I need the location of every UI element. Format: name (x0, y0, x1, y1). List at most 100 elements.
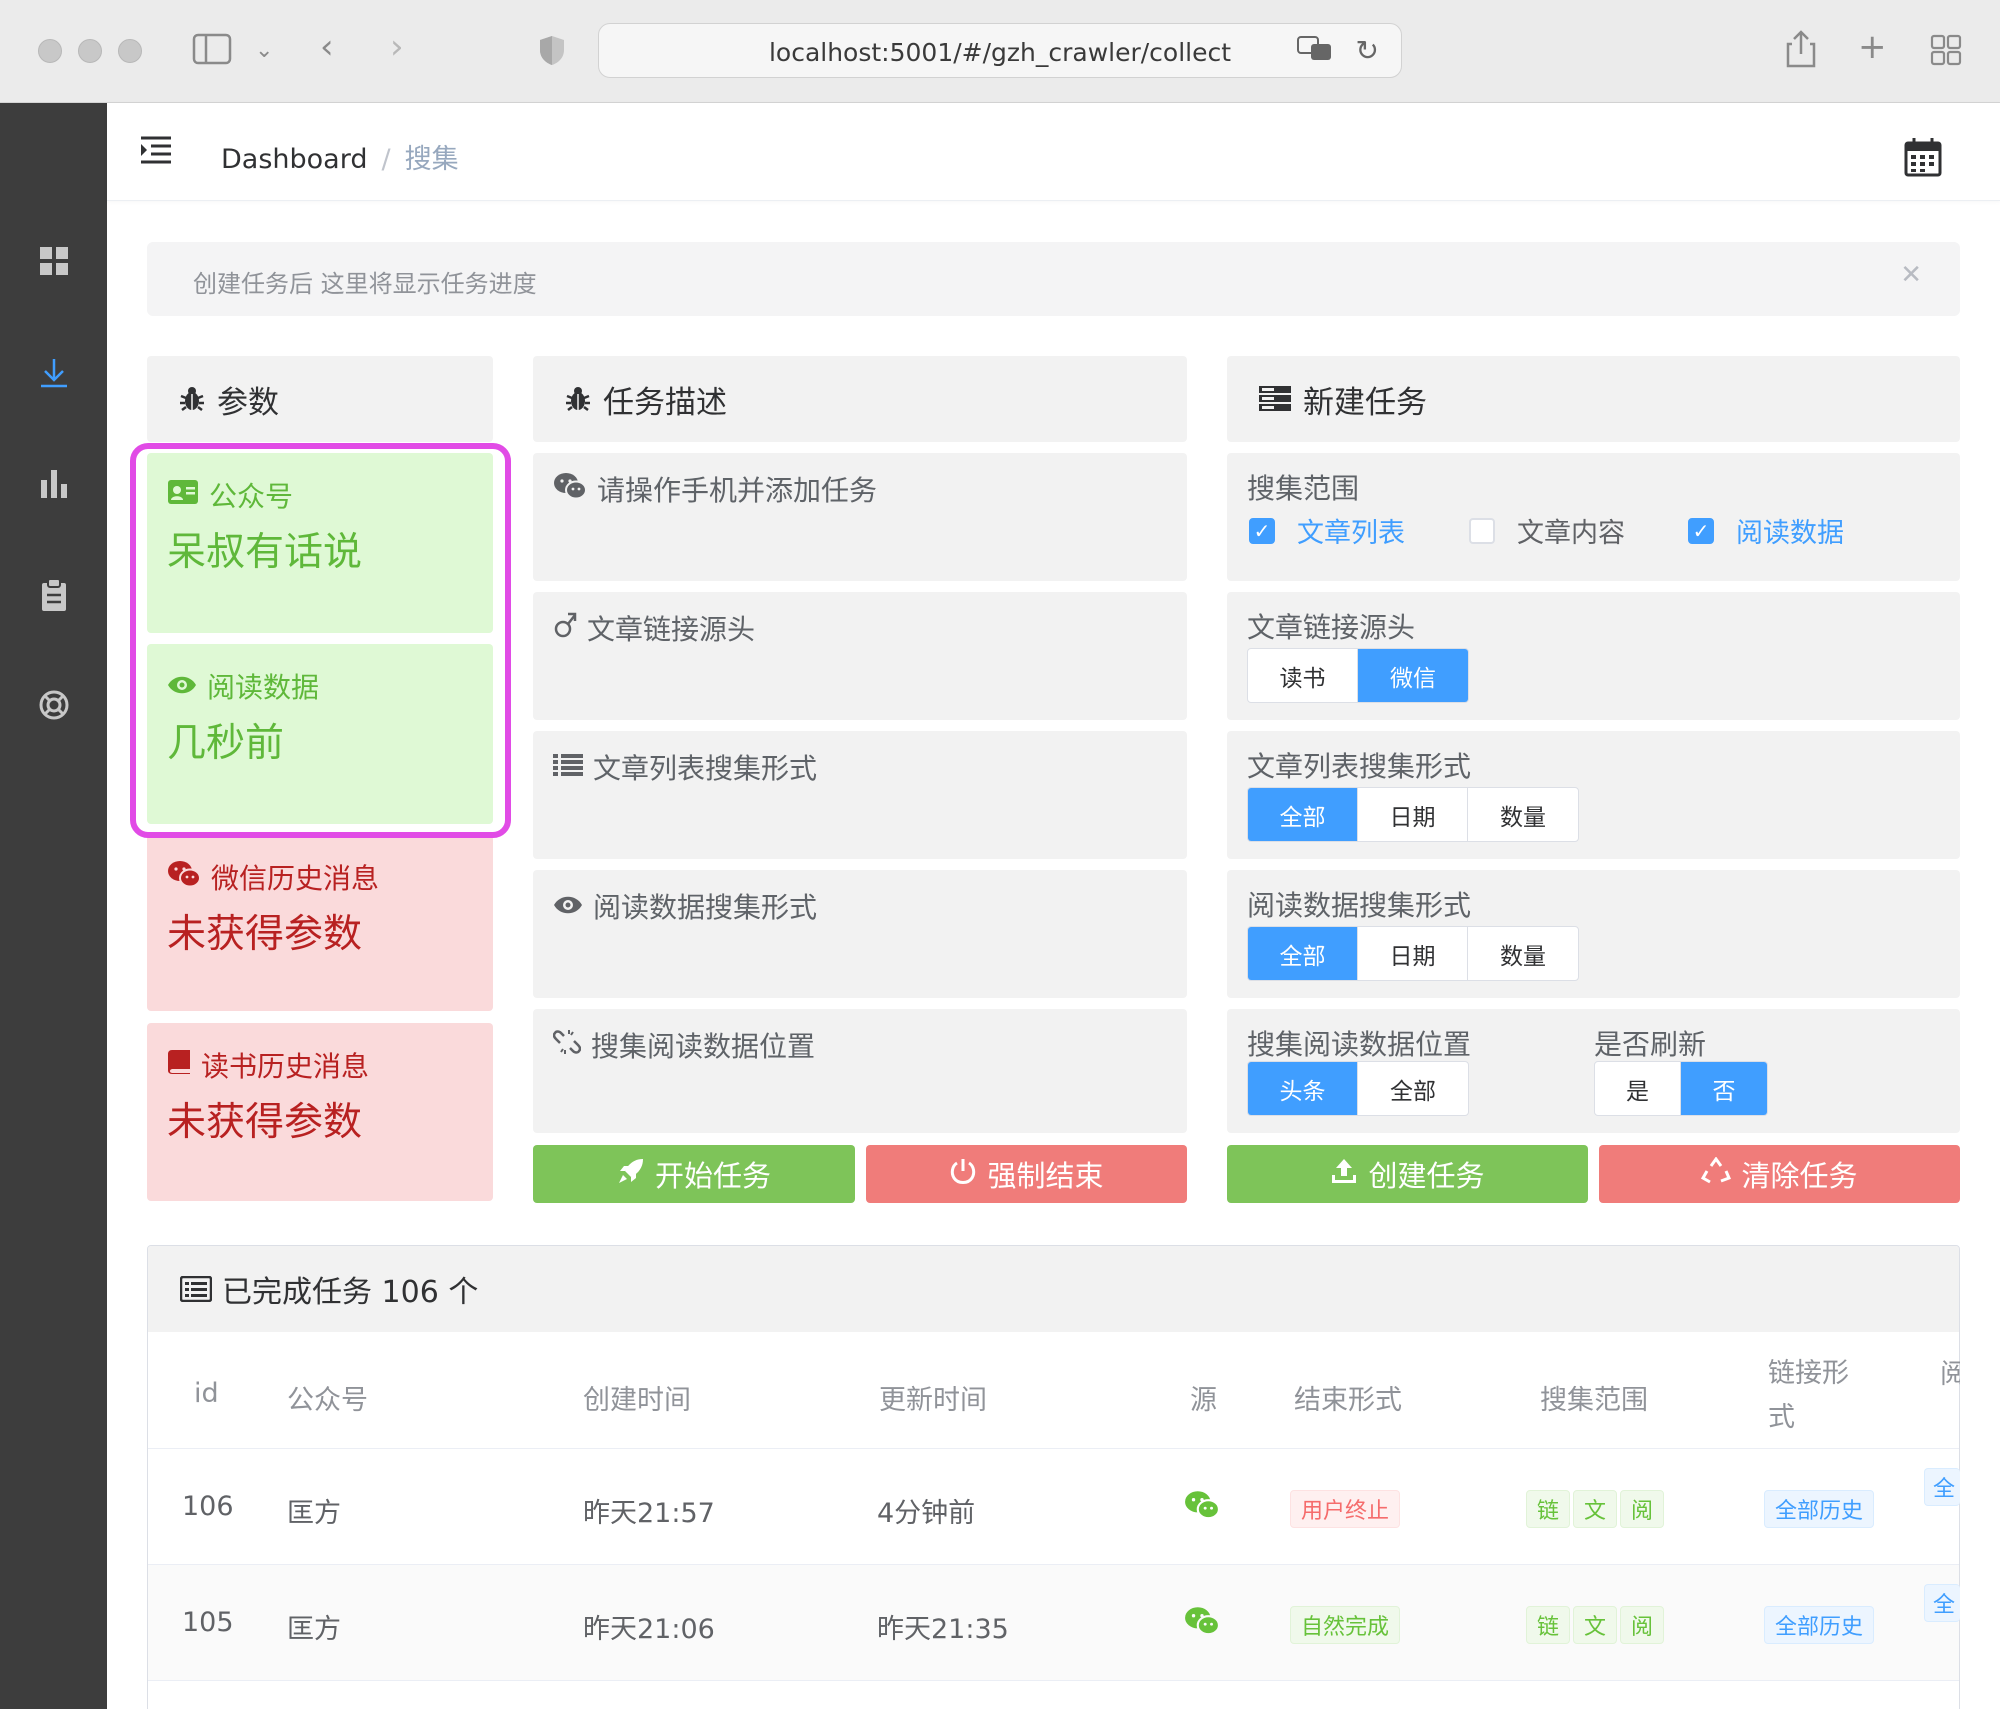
bug-icon (179, 386, 205, 412)
list-alt-icon (180, 1276, 212, 1302)
sidebar-toggle-icon[interactable] (192, 33, 232, 71)
column-header-created[interactable]: 创建时间 (583, 1378, 691, 1417)
list-mode-option-count[interactable]: 数量 (1468, 788, 1578, 841)
scope-read-data-checkbox[interactable]: ✓ 阅读数据 (1688, 511, 1844, 550)
link-source-label: 文章链接源头 (1247, 611, 1416, 644)
read-mode-option-date[interactable]: 日期 (1358, 927, 1468, 980)
tab-overview-icon[interactable] (1930, 34, 1962, 72)
cell-id: 106 (182, 1491, 234, 1522)
close-icon[interactable]: ✕ (1900, 260, 1922, 290)
refresh-option-yes[interactable]: 是 (1595, 1062, 1681, 1115)
chevron-down-icon[interactable]: ⌄ (255, 40, 273, 62)
reload-icon[interactable]: ↻ (1356, 34, 1379, 67)
column-header-read[interactable]: 阅 (1940, 1352, 1960, 1391)
desc-cell-read-position: 搜集阅读数据位置 (533, 1009, 1187, 1133)
params-card-header: 参数 (147, 356, 493, 442)
top-header: Dashboard / 搜集 (107, 103, 2000, 201)
force-stop-button[interactable]: 强制结束 (866, 1145, 1187, 1203)
column-header-end-type[interactable]: 结束形式 (1294, 1378, 1402, 1417)
column-header-link-mode[interactable]: 链接形式 (1768, 1352, 1868, 1440)
desc-cell-instruction: 请操作手机并添加任务 (533, 453, 1187, 581)
read-mode-option-count[interactable]: 数量 (1468, 927, 1578, 980)
dashboard-grid-icon (39, 247, 68, 275)
checkbox-empty-icon (1469, 517, 1495, 544)
link-source-option-weread[interactable]: 读书 (1248, 649, 1358, 702)
wechat-icon (553, 472, 587, 507)
breadcrumb-current: 搜集 (404, 144, 459, 175)
minimize-window-button[interactable] (78, 39, 102, 63)
table-row[interactable] (148, 1565, 1959, 1680)
param-wechat-history-value: 未获得参数 (167, 912, 363, 957)
scope-tag-read: 阅 (1620, 1490, 1664, 1528)
column-header-source[interactable]: 源 (1190, 1378, 1217, 1417)
read-mode-option-all[interactable]: 全部 (1248, 927, 1358, 980)
column-header-account[interactable]: 公众号 (287, 1378, 368, 1417)
breadcrumb-home[interactable]: Dashboard (221, 144, 367, 175)
column-header-updated[interactable]: 更新时间 (879, 1378, 987, 1417)
nav-collect[interactable] (0, 343, 107, 403)
list-mode-option-date[interactable]: 日期 (1358, 788, 1468, 841)
eye-icon (553, 890, 583, 923)
menu-fold-icon[interactable] (139, 135, 173, 169)
recycle-icon (1701, 1155, 1732, 1192)
new-tab-icon[interactable]: + (1858, 30, 1887, 64)
wechat-icon (1184, 1606, 1220, 1640)
refresh-option-no[interactable]: 否 (1681, 1062, 1767, 1115)
scope-tag-read: 阅 (1620, 1606, 1664, 1644)
shield-icon[interactable] (538, 34, 566, 72)
rocket-icon (617, 1157, 645, 1192)
close-window-button[interactable] (38, 39, 62, 63)
cell-id: 105 (182, 1607, 234, 1638)
scope-article-content-checkbox[interactable]: 文章内容 (1469, 511, 1625, 550)
task-desc-title: 任务描述 (603, 384, 727, 421)
start-task-button[interactable]: 开始任务 (533, 1145, 855, 1203)
calendar-icon[interactable] (1904, 137, 1942, 181)
read-mode-tag: 全 (1924, 1584, 1960, 1622)
clear-task-button[interactable]: 清除任务 (1599, 1145, 1960, 1203)
forward-icon[interactable]: › (390, 30, 404, 64)
translate-icon[interactable] (1297, 36, 1333, 68)
upload-icon (1330, 1157, 1358, 1192)
link-mode-tag: 全部历史 (1764, 1490, 1875, 1528)
column-header-scope[interactable]: 搜集范围 (1540, 1378, 1648, 1417)
mars-icon (553, 611, 577, 646)
server-icon (1259, 386, 1291, 412)
force-stop-label: 强制结束 (987, 1159, 1104, 1193)
nav-statistics[interactable] (0, 453, 107, 513)
column-header-id[interactable]: id (194, 1378, 219, 1409)
wechat-icon (167, 860, 201, 895)
list-mode-option-all[interactable]: 全部 (1248, 788, 1358, 841)
link-source-option-wechat[interactable]: 微信 (1358, 649, 1468, 702)
create-task-button[interactable]: 创建任务 (1227, 1145, 1588, 1203)
nav-dashboard[interactable] (0, 231, 107, 291)
browser-chrome: ⌄ ‹ › localhost:5001/#/gzh_crawler/colle… (0, 0, 2000, 103)
desc-list-mode-text: 文章列表搜集形式 (593, 752, 818, 785)
list-icon (553, 751, 583, 784)
read-position-option-all[interactable]: 全部 (1358, 1062, 1468, 1115)
desc-cell-read-mode: 阅读数据搜集形式 (533, 870, 1187, 998)
alert-text: 创建任务后 这里将显示任务进度 (193, 270, 537, 298)
form-link-source: 文章链接源头 读书 微信 (1227, 592, 1960, 720)
address-bar[interactable]: localhost:5001/#/gzh_crawler/collect ↻ (598, 23, 1402, 78)
share-icon[interactable] (1786, 30, 1816, 74)
cell-created: 昨天21:06 (583, 1614, 715, 1645)
scope-tag-link: 链 (1526, 1606, 1570, 1644)
back-icon[interactable]: ‹ (320, 30, 334, 64)
read-mode-tag: 全 (1924, 1468, 1960, 1506)
param-wechat-history-label: 微信历史消息 (211, 862, 380, 895)
param-weread-history-value: 未获得参数 (167, 1100, 363, 1145)
cell-account: 匡方 (287, 1498, 341, 1529)
zoom-window-button[interactable] (118, 39, 142, 63)
read-position-option-headline[interactable]: 头条 (1248, 1062, 1358, 1115)
create-task-label: 创建任务 (1368, 1159, 1485, 1193)
scope-article-list-checkbox[interactable]: ✓ 文章列表 (1249, 511, 1405, 550)
desc-instruction-text: 请操作手机并添加任务 (597, 474, 878, 507)
scope-article-content-label: 文章内容 (1517, 518, 1625, 549)
table-row[interactable] (148, 1449, 1959, 1564)
refresh-segmented: 是 否 (1594, 1061, 1768, 1116)
progress-alert: 创建任务后 这里将显示任务进度 ✕ (147, 242, 1960, 316)
refresh-label: 是否刷新 (1594, 1028, 1707, 1061)
nav-help[interactable] (0, 675, 107, 735)
nav-tasks[interactable] (0, 565, 107, 625)
url-text: localhost:5001/#/gzh_crawler/collect (768, 38, 1232, 67)
